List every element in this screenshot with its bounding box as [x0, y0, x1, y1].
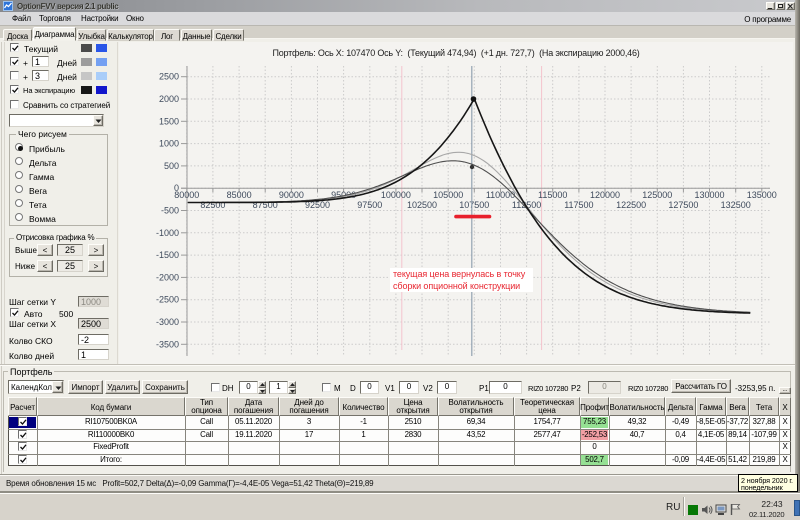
svg-text:-500: -500 — [161, 206, 179, 216]
svg-text:100000: 100000 — [381, 190, 411, 200]
svg-text:130000: 130000 — [694, 190, 724, 200]
svg-text:117500: 117500 — [564, 200, 593, 210]
svg-text:107500: 107500 — [459, 200, 489, 210]
svg-text:500: 500 — [164, 161, 179, 171]
svg-text:-2000: -2000 — [156, 272, 179, 282]
svg-text:132500: 132500 — [721, 200, 751, 210]
svg-text:2500: 2500 — [159, 72, 179, 82]
svg-text:-2500: -2500 — [156, 295, 179, 305]
svg-text:-1000: -1000 — [156, 228, 179, 238]
svg-text:90000: 90000 — [279, 190, 304, 200]
svg-text:102500: 102500 — [407, 200, 437, 210]
svg-text:122500: 122500 — [616, 200, 646, 210]
svg-text:82500: 82500 — [200, 200, 225, 210]
svg-text:1000: 1000 — [159, 139, 179, 149]
svg-text:125000: 125000 — [642, 190, 672, 200]
svg-text:127500: 127500 — [668, 200, 698, 210]
svg-text:135000: 135000 — [747, 190, 777, 200]
svg-text:85000: 85000 — [227, 190, 252, 200]
svg-text:105000: 105000 — [433, 190, 463, 200]
svg-text:-3000: -3000 — [156, 317, 179, 327]
svg-text:97500: 97500 — [357, 200, 382, 210]
svg-text:-1500: -1500 — [156, 250, 179, 260]
svg-text:115000: 115000 — [538, 190, 567, 200]
svg-text:-3500: -3500 — [156, 339, 179, 349]
svg-text:80000: 80000 — [174, 190, 199, 200]
svg-text:2000: 2000 — [159, 94, 179, 104]
svg-text:120000: 120000 — [590, 190, 620, 200]
svg-text:1500: 1500 — [159, 116, 179, 126]
